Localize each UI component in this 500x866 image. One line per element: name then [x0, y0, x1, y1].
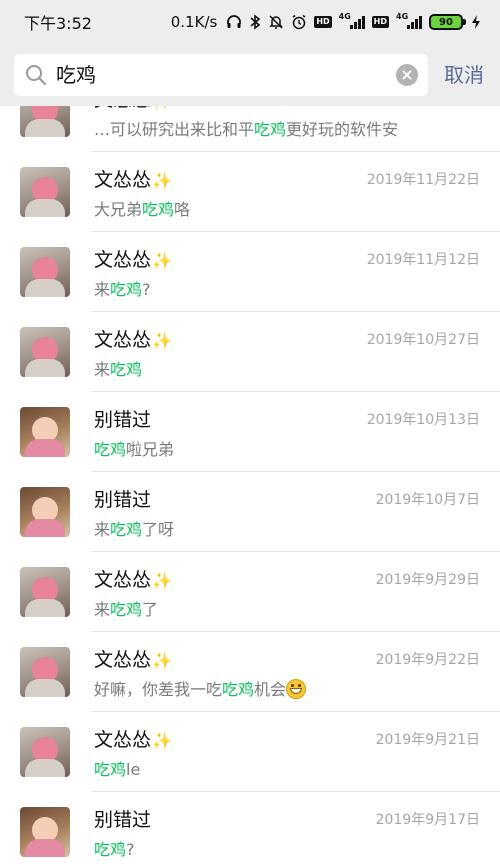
message-preview: 来吃鸡了: [94, 600, 159, 619]
avatar[interactable]: [20, 487, 70, 537]
sparkle-icon: ✨: [152, 731, 172, 750]
message-preview: 来吃鸡了呀: [94, 520, 175, 539]
list-item[interactable]: 别错过 2019年10月7日来吃鸡了呀: [0, 472, 500, 552]
sparkle-icon: ✨: [152, 171, 172, 190]
avatar[interactable]: [20, 727, 70, 777]
sparkle-icon: ✨: [152, 651, 172, 670]
avatar[interactable]: [20, 106, 70, 137]
status-bar: 下午3:52 0.1K/s HD 4G HD 4G 90: [0, 0, 500, 44]
message-preview: 来吃鸡?: [94, 280, 151, 299]
contact-name: 文怂怂✨: [94, 649, 172, 671]
keyword-highlight: 吃鸡: [94, 760, 127, 779]
contact-name: 文怂怂✨: [94, 569, 172, 591]
search-input[interactable]: 吃鸡: [56, 59, 96, 91]
signal-icon-2: 4G: [396, 12, 422, 30]
contact-name: 文怂怂✨: [94, 249, 172, 271]
status-time: 下午3:52: [24, 14, 92, 33]
message-date: 2019年10月7日: [375, 492, 480, 508]
list-item[interactable]: 文怂怂✨ 2019年9月21日吃鸡le: [0, 712, 500, 792]
contact-name: 别错过: [94, 809, 152, 831]
network-speed: 0.1K/s: [170, 13, 218, 31]
contact-name: 文怂怂✨: [94, 329, 172, 351]
list-item[interactable]: 别错过 2019年9月17日吃鸡?: [0, 792, 500, 866]
contact-name: 别错过: [94, 409, 152, 431]
grin-emoji-icon: [286, 679, 307, 699]
message-preview: 吃鸡le: [94, 760, 141, 779]
keyword-highlight: 吃鸡: [222, 680, 255, 699]
sparkle-icon: ✨: [152, 251, 172, 270]
list-item[interactable]: 文怂怂✨ 2019年9月29日来吃鸡了: [0, 552, 500, 632]
keyword-highlight: 吃鸡: [110, 360, 143, 379]
keyword-highlight: 吃鸡: [94, 440, 127, 459]
signal-icon-1: 4G: [339, 12, 365, 30]
avatar[interactable]: [20, 807, 70, 857]
contact-name: 别错过: [94, 489, 152, 511]
message-date: 2019年9月21日: [375, 732, 480, 748]
contact-name: 文怂怂✨: [94, 169, 172, 191]
hd-badge-2: HD: [371, 16, 389, 28]
status-icons: 0.1K/s HD 4G HD 4G 90: [170, 12, 482, 31]
keyword-highlight: 吃鸡: [110, 600, 143, 619]
sparkle-icon: ✨: [152, 106, 172, 110]
message-preview: 好嘛，你差我一吃吃鸡机会: [94, 679, 307, 701]
search-icon: [24, 63, 48, 91]
avatar[interactable]: [20, 567, 70, 617]
cancel-button[interactable]: 取消: [444, 54, 484, 96]
contact-name: 文怂怂✨: [94, 106, 172, 114]
list-item[interactable]: 别错过 2019年10月13日吃鸡啦兄弟: [0, 392, 500, 472]
search-box[interactable]: 吃鸡 ×: [14, 54, 428, 96]
avatar[interactable]: [20, 167, 70, 217]
search-bar: 吃鸡 × 取消: [0, 44, 500, 106]
message-preview: 吃鸡?: [94, 840, 135, 859]
sparkle-icon: ✨: [152, 571, 172, 590]
sparkle-icon: ✨: [152, 331, 172, 350]
message-preview: 大兄弟吃鸡咯: [94, 200, 191, 219]
message-preview: 来吃鸡: [94, 360, 143, 379]
headphones-icon: [226, 14, 242, 30]
message-date: 2019年10月27日: [366, 332, 480, 348]
avatar[interactable]: [20, 407, 70, 457]
contact-name: 文怂怂✨: [94, 729, 172, 751]
keyword-highlight: 吃鸡: [110, 280, 143, 299]
avatar[interactable]: [20, 327, 70, 377]
keyword-highlight: 吃鸡: [110, 520, 143, 539]
list-item[interactable]: 文怂怂✨ 2019年11月22日大兄弟吃鸡咯: [0, 152, 500, 232]
message-preview: 吃鸡啦兄弟: [94, 440, 175, 459]
avatar[interactable]: [20, 247, 70, 297]
message-date: 2019年11月22日: [366, 172, 480, 188]
keyword-highlight: 吃鸡: [94, 840, 127, 859]
message-date: 2019年9月17日: [375, 812, 480, 828]
charging-icon: [470, 14, 482, 30]
avatar[interactable]: [20, 647, 70, 697]
message-preview: …可以研究出来比和平吃鸡更好玩的软件安: [94, 120, 399, 139]
message-date: 2019年10月13日: [366, 412, 480, 428]
mute-bell-icon: [268, 14, 284, 30]
alarm-icon: [291, 14, 307, 30]
keyword-highlight: 吃鸡: [254, 120, 287, 139]
search-results-list: 文怂怂✨2019年11月22日…可以研究出来比和平吃鸡更好玩的软件安文怂怂✨20…: [0, 106, 500, 866]
battery-icon: 90: [429, 14, 466, 30]
message-date: 2019年9月29日: [375, 572, 480, 588]
list-item[interactable]: 文怂怂✨ 2019年11月22日 …可以研究出来比和平吃鸡更好玩的软件安: [0, 106, 500, 152]
keyword-highlight: 吃鸡: [142, 200, 175, 219]
hd-badge-1: HD: [314, 16, 332, 28]
message-date: 2019年11月22日: [367, 106, 480, 109]
bluetooth-icon: [249, 14, 261, 30]
list-item[interactable]: 文怂怂✨ 2019年9月22日好嘛，你差我一吃吃鸡机会: [0, 632, 500, 712]
list-item[interactable]: 文怂怂✨ 2019年11月12日来吃鸡?: [0, 232, 500, 312]
message-date: 2019年11月12日: [366, 252, 480, 268]
list-item[interactable]: 文怂怂✨ 2019年10月27日来吃鸡: [0, 312, 500, 392]
message-date: 2019年9月22日: [375, 652, 480, 668]
clear-icon[interactable]: ×: [396, 64, 418, 86]
